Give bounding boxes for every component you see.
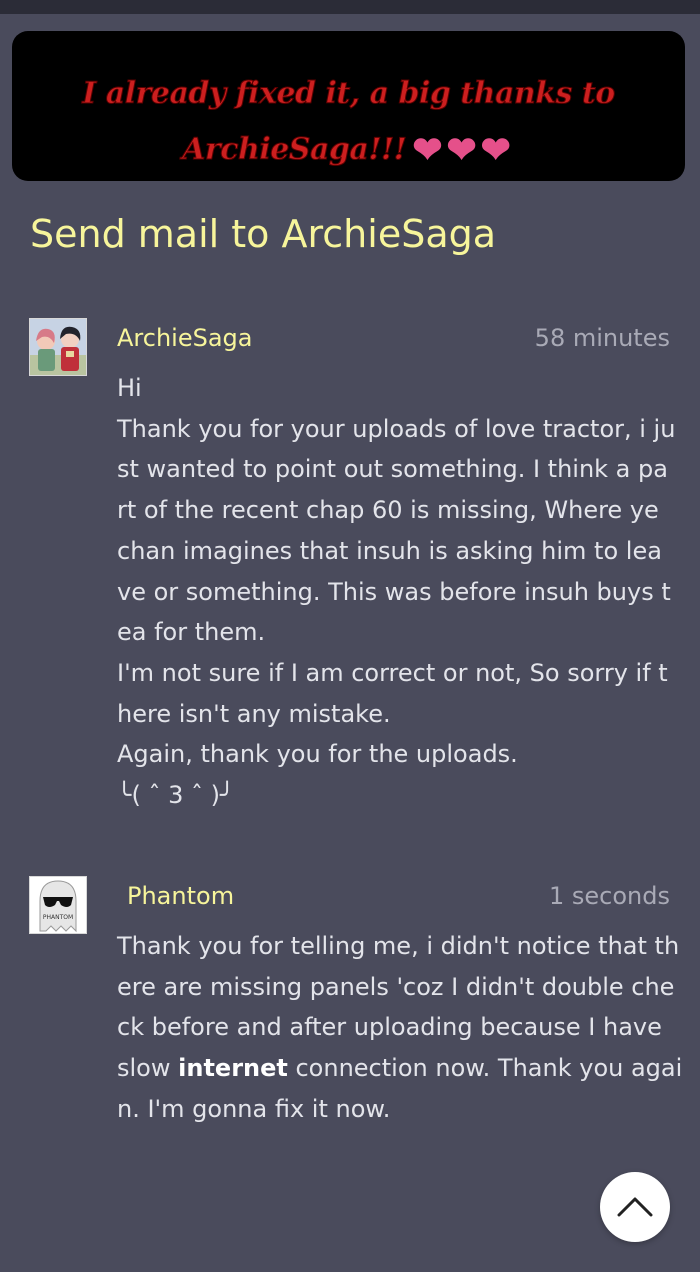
message-line: n. I'm gonna fix it now. bbox=[117, 1094, 391, 1123]
send-mail-link[interactable]: Send mail to ArchieSaga bbox=[30, 212, 496, 256]
message-body: Thank you for telling me, i didn't notic… bbox=[117, 926, 683, 1130]
message-line: ve or something. This was before insuh b… bbox=[117, 577, 671, 606]
message-line: ck before and after uploading because I … bbox=[117, 1013, 662, 1042]
message-body: Hi Thank you for your uploads of love tr… bbox=[117, 368, 677, 816]
message-line: chan imagines that insuh is asking him t… bbox=[117, 536, 662, 565]
banner-line-2: ArchieSaga!!! ❤❤❤ bbox=[182, 129, 515, 171]
top-bar bbox=[0, 0, 700, 14]
message-line: Thank you for telling me, i didn't notic… bbox=[117, 932, 680, 960]
ghost-sunglasses-icon: PHANTOM bbox=[30, 877, 86, 933]
svg-text:PHANTOM: PHANTOM bbox=[43, 914, 73, 921]
banner-line-1: I already fixed it, a big thanks to bbox=[82, 76, 616, 112]
anime-avatar-icon bbox=[30, 319, 86, 375]
avatar[interactable] bbox=[29, 318, 87, 376]
message-line: ere are missing panels 'coz I didn't dou… bbox=[117, 972, 675, 1001]
message-line: st wanted to point out something. I thin… bbox=[117, 455, 668, 484]
message-line: Hi bbox=[117, 374, 142, 402]
scroll-to-top-button[interactable] bbox=[600, 1172, 670, 1242]
message-line: I'm not sure if I am correct or not, So … bbox=[117, 658, 668, 687]
hearts-icon: ❤❤❤ bbox=[412, 129, 515, 171]
message-line: ea for them. bbox=[117, 618, 266, 647]
message-line: Thank you for your uploads of love tract… bbox=[117, 414, 676, 443]
message-author[interactable]: ArchieSaga bbox=[117, 324, 252, 352]
message-time: 58 minutes bbox=[534, 324, 670, 352]
message-author[interactable]: Phantom bbox=[127, 882, 234, 910]
message-line: Again, thank you for the uploads. bbox=[117, 740, 518, 769]
emoticon: ╰( ˆ 3 ˆ )╯ bbox=[117, 781, 235, 810]
chevron-up-icon bbox=[617, 1197, 653, 1217]
announcement-banner: I already fixed it, a big thanks to Arch… bbox=[12, 31, 685, 181]
avatar[interactable]: PHANTOM bbox=[29, 876, 87, 934]
message-line: slow internet connection now. Thank you … bbox=[117, 1054, 683, 1083]
internet-link[interactable]: internet bbox=[178, 1054, 288, 1082]
message-line: here isn't any mistake. bbox=[117, 699, 391, 728]
message-time: 1 seconds bbox=[549, 882, 670, 910]
message-line: rt of the recent chap 60 is missing, Whe… bbox=[117, 496, 659, 525]
